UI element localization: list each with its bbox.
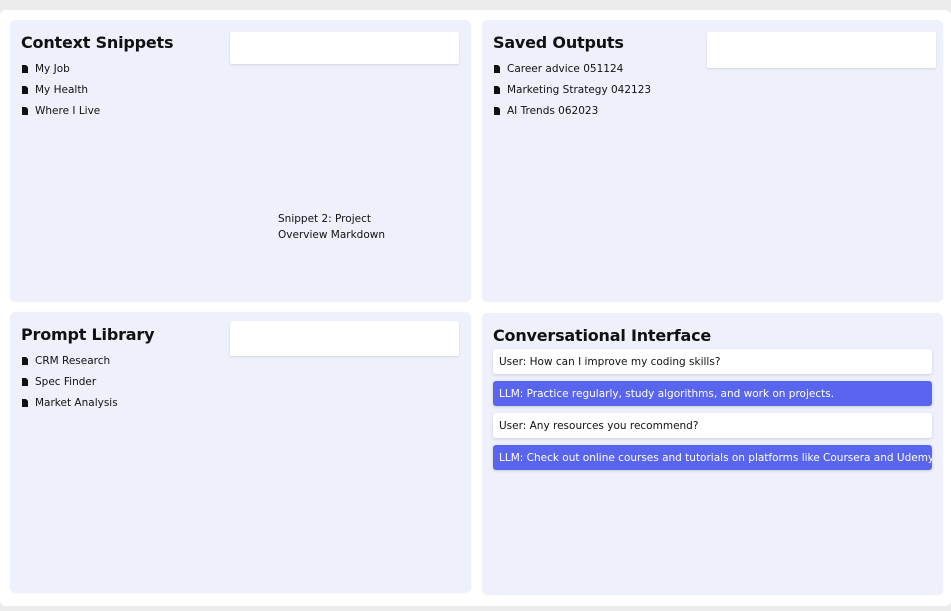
output-item-label: Marketing Strategy 042123 [507,83,652,96]
saved-outputs-panel: Saved Outputs Career advice 051124 Marke… [482,20,943,302]
prompt-item-crm-research[interactable]: CRM Research [21,350,118,371]
file-icon [22,85,28,94]
output-item-label: Career advice 051124 [507,62,624,75]
snippet-item-label: My Health [35,83,89,96]
file-icon [494,64,500,73]
file-icon [494,107,500,116]
prompt-library-list: CRM Research Spec Finder Market Analysis [21,350,118,414]
file-icon [22,399,28,408]
file-icon [22,64,28,73]
file-icon [22,356,28,365]
file-icon [494,85,500,94]
saved-outputs-list: Career advice 051124 Marketing Strategy … [493,58,651,122]
prompt-item-label: Spec Finder [35,375,97,388]
snippet-item-label: Where I Live [35,105,101,118]
user-message[interactable]: User: Any resources you recommend? [493,413,932,438]
context-snippets-title: Context Snippets [21,33,174,52]
snippet-preview-box[interactable] [230,32,459,64]
snippet-item-where-i-live[interactable]: Where I Live [21,101,100,122]
file-icon [22,107,28,116]
llm-message[interactable]: LLM: Check out online courses and tutori… [493,445,932,470]
message-list: User: How can I improve my coding skills… [493,349,932,477]
saved-outputs-title: Saved Outputs [493,33,624,52]
conversational-interface-panel: Conversational Interface User: How can I… [482,313,943,595]
prompt-item-spec-finder[interactable]: Spec Finder [21,371,118,392]
prompt-preview-box[interactable] [230,321,459,356]
output-preview-box[interactable] [707,32,936,68]
llm-message[interactable]: LLM: Practice regularly, study algorithm… [493,381,932,406]
prompt-item-label: CRM Research [35,354,111,367]
output-item-ai-trends[interactable]: AI Trends 062023 [493,101,651,122]
dragging-snippet-label[interactable]: Snippet 2: Project Overview Markdown [278,211,398,243]
output-item-label: AI Trends 062023 [507,105,599,118]
context-snippets-panel: Context Snippets My Job My Health Where … [10,20,471,302]
snippet-item-label: My Job [35,62,70,75]
prompt-library-title: Prompt Library [21,325,155,344]
snippet-item-my-job[interactable]: My Job [21,58,100,79]
prompt-library-panel: Prompt Library CRM Research Spec Finder … [10,312,471,593]
output-item-career-advice[interactable]: Career advice 051124 [493,58,651,79]
prompt-item-market-analysis[interactable]: Market Analysis [21,393,118,414]
conversational-interface-title: Conversational Interface [493,326,712,345]
snippet-item-my-health[interactable]: My Health [21,79,100,100]
output-item-marketing-strategy[interactable]: Marketing Strategy 042123 [493,79,651,100]
user-message[interactable]: User: How can I improve my coding skills… [493,349,932,374]
context-snippets-list: My Job My Health Where I Live [21,58,100,122]
file-icon [22,377,28,386]
prompt-item-label: Market Analysis [35,397,118,410]
